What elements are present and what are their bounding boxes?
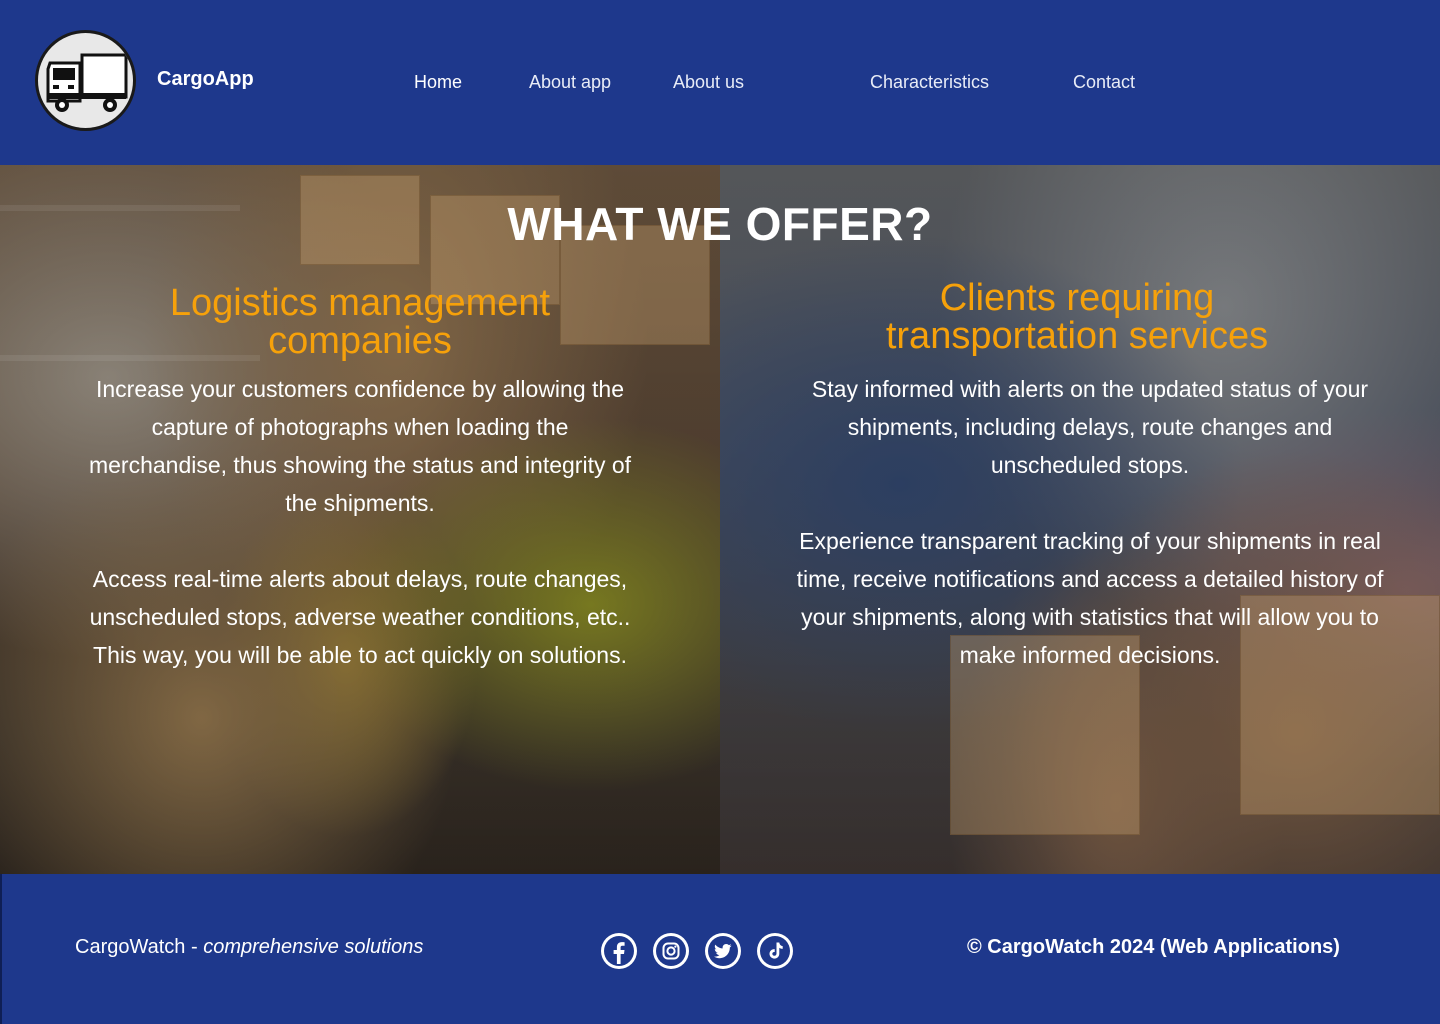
footer-tagline: CargoWatch - comprehensive solutions	[75, 936, 423, 959]
left-paragraph-2: Access real-time alerts about delays, ro…	[89, 566, 631, 668]
instagram-icon	[656, 936, 686, 966]
right-paragraph-1: Stay informed with alerts on the updated…	[811, 376, 1369, 478]
logo[interactable]	[35, 30, 136, 131]
twitter-icon	[708, 936, 738, 966]
tiktok-icon	[760, 936, 790, 966]
nav-about-us[interactable]: About us	[673, 72, 744, 93]
site-footer: CargoWatch - comprehensive solutions © C…	[0, 874, 1440, 1024]
left-column-body: Increase your customers confidence by al…	[80, 370, 640, 674]
truck-icon	[46, 53, 128, 112]
brand-name[interactable]: CargoApp	[157, 68, 254, 91]
right-paragraph-2: Experience transparent tracking of your …	[796, 528, 1384, 668]
nav-contact[interactable]: Contact	[1073, 72, 1135, 93]
section-title: WHAT WE OFFER?	[507, 198, 933, 250]
footer-slogan: comprehensive solutions	[203, 936, 424, 958]
right-title-line-1: Clients requiring	[939, 277, 1215, 319]
left-column-title: Logistics management companies	[60, 284, 660, 360]
right-column-body: Stay informed with alerts on the updated…	[795, 370, 1385, 674]
facebook-icon	[604, 936, 634, 966]
copyright-text: © CargoWatch 2024 (Web Applications)	[967, 936, 1340, 958]
footer-separator: -	[185, 936, 204, 958]
left-paragraph-1: Increase your customers confidence by al…	[88, 376, 632, 516]
nav-home[interactable]: Home	[414, 72, 462, 93]
site-header: CargoApp Home About app About us Charact…	[0, 0, 1440, 165]
facebook-link[interactable]	[601, 933, 637, 969]
twitter-link[interactable]	[705, 933, 741, 969]
right-column-title: Clients requiring transportation service…	[777, 279, 1377, 355]
left-title-line-2: companies	[268, 320, 452, 362]
left-title-line-1: Logistics management	[169, 282, 551, 324]
offer-section: WHAT WE OFFER? Logistics management comp…	[0, 165, 1440, 874]
nav-about-app[interactable]: About app	[529, 72, 611, 93]
footer-brand: CargoWatch	[75, 936, 186, 958]
right-title-line-2: transportation services	[885, 315, 1269, 357]
nav-characteristics[interactable]: Characteristics	[870, 72, 989, 93]
tiktok-link[interactable]	[757, 933, 793, 969]
instagram-link[interactable]	[653, 933, 689, 969]
